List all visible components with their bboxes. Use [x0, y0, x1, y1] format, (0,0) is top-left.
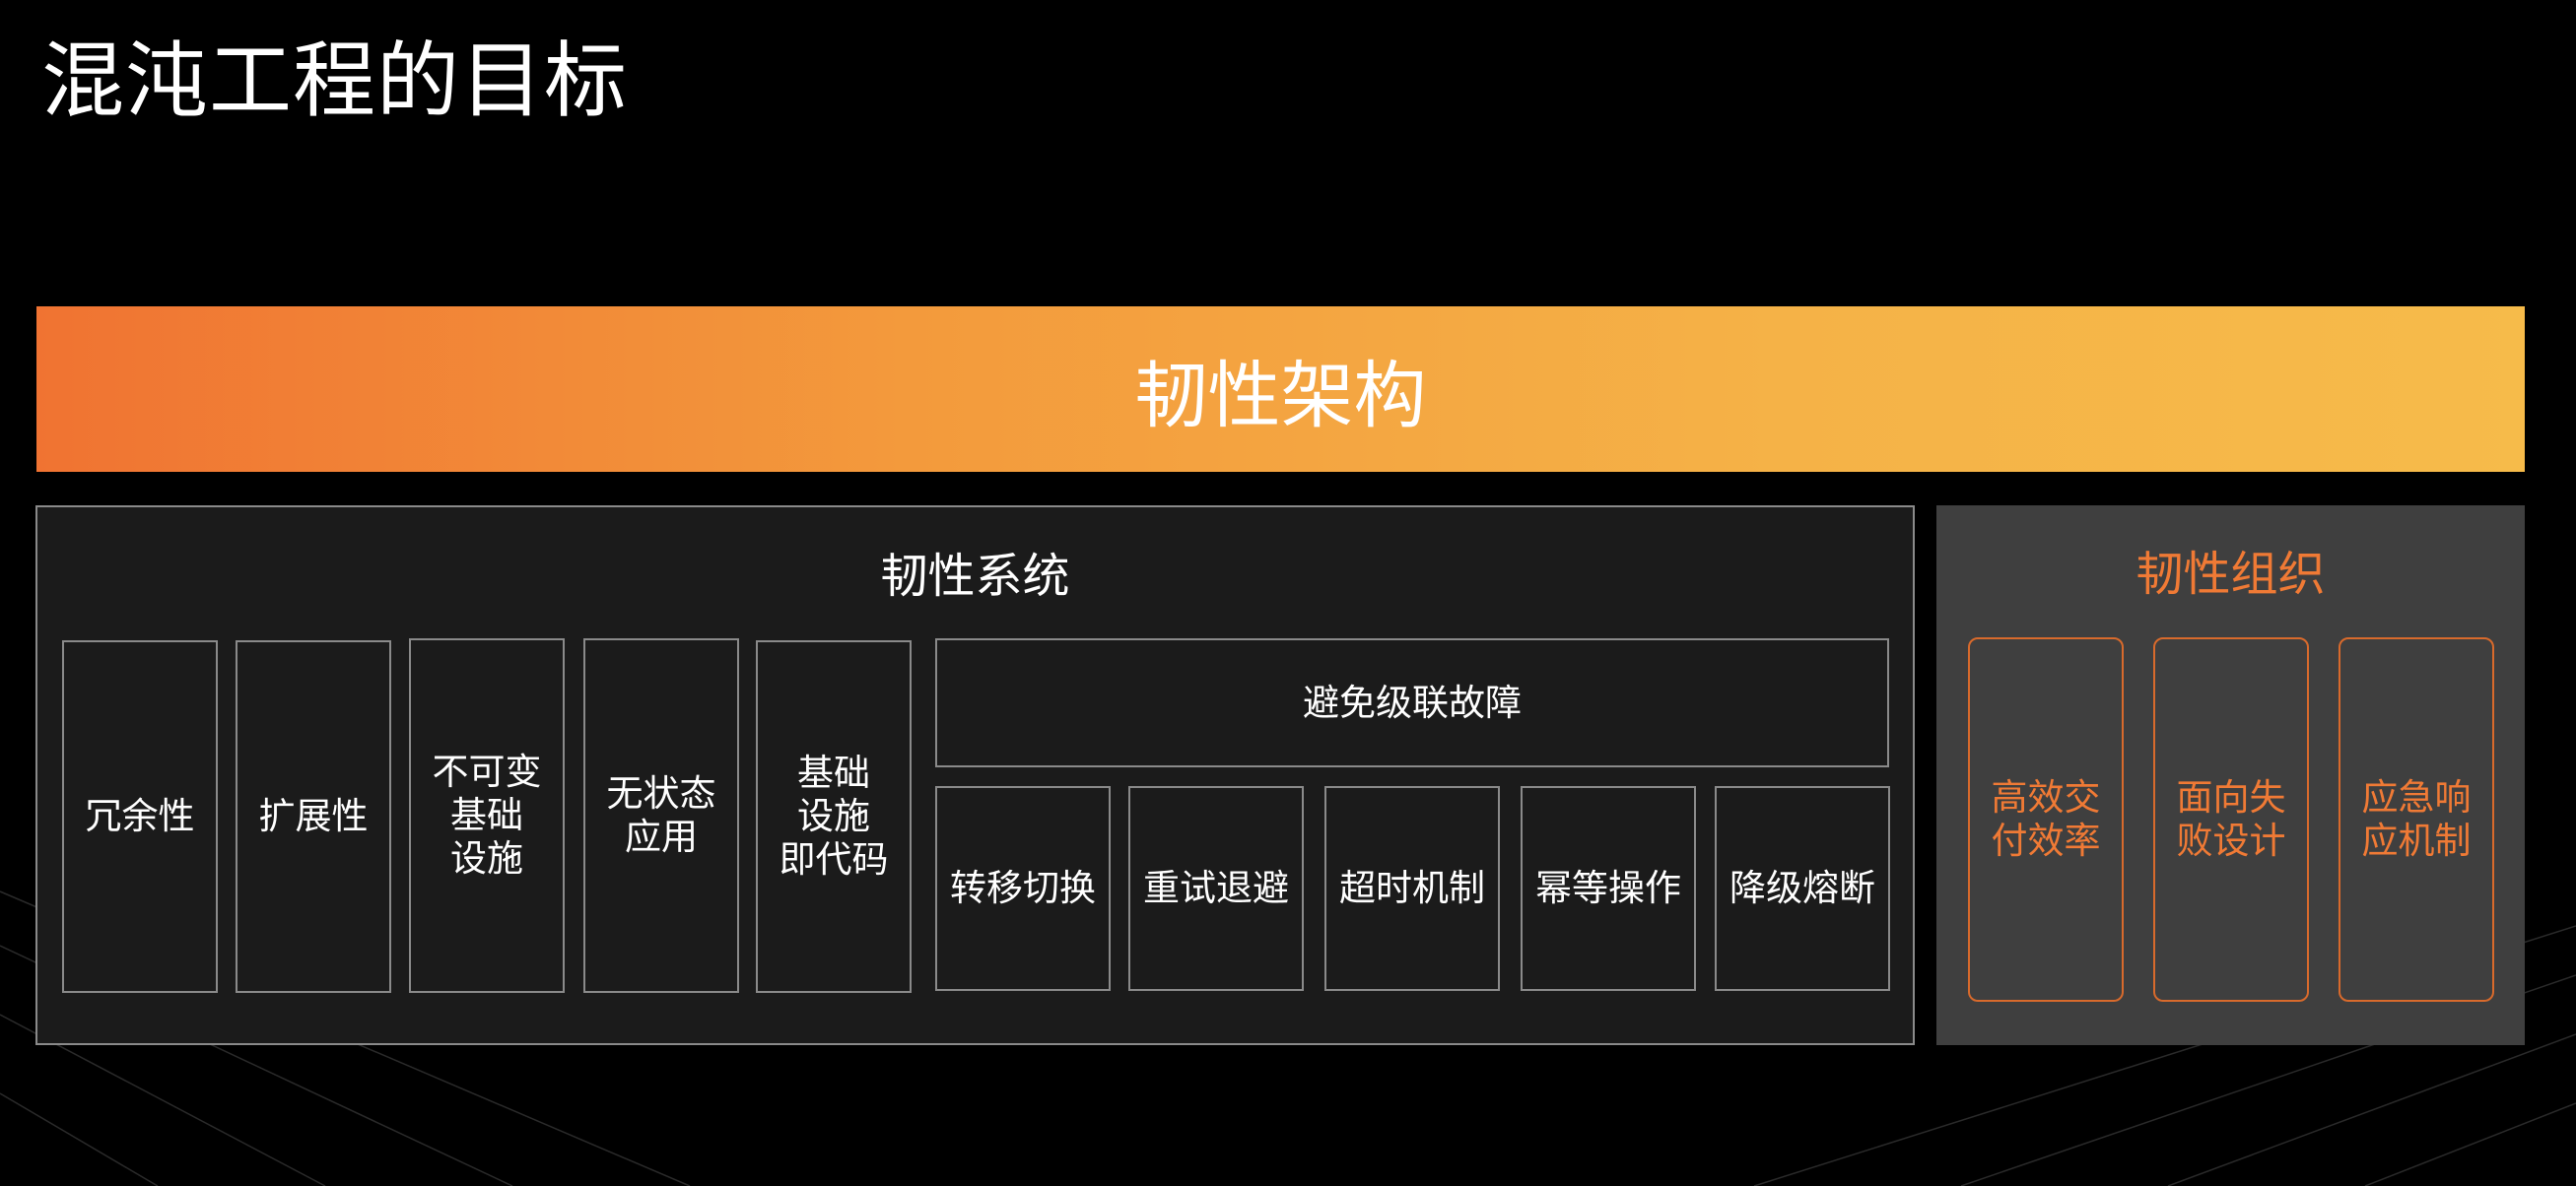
system-item-stateless-app: 无状态 应用: [583, 638, 739, 993]
org-item-design-for-failure: 面向失 败设计: [2153, 637, 2309, 1002]
cascade-item-label: 转移切换: [950, 867, 1096, 909]
org-item-emergency-response: 应急响 应机制: [2339, 637, 2494, 1002]
cascade-item-retry-backoff: 重试退避: [1128, 786, 1304, 991]
system-item-label: 扩展性: [258, 795, 369, 837]
system-item-label: 无状态 应用: [606, 772, 716, 858]
system-panel-title: 韧性系统: [880, 549, 1070, 604]
cascade-item-label: 重试退避: [1143, 867, 1289, 909]
cascade-item-idempotent: 幂等操作: [1521, 786, 1696, 991]
banner-label: 韧性架构: [1134, 353, 1427, 438]
cascade-item-label: 降级熔断: [1729, 867, 1875, 909]
cascade-item-label: 幂等操作: [1535, 867, 1681, 909]
system-item-label: 冗余性: [85, 795, 195, 837]
system-item-immutable-infrastructure: 不可变 基础 设施: [409, 638, 565, 993]
organization-panel-title: 韧性组织: [2135, 547, 2326, 602]
system-item-infrastructure-as-code: 基础 设施 即代码: [756, 640, 912, 993]
cascade-item-failover: 转移切换: [935, 786, 1111, 991]
org-item-label: 面向失 败设计: [2176, 776, 2286, 862]
resilient-system-panel: 韧性系统 冗余性 扩展性 不可变 基础 设施 无状态 应用 基础 设施 即代码 …: [35, 505, 1915, 1045]
org-item-delivery-efficiency: 高效交 付效率: [1968, 637, 2124, 1002]
cascade-failure-label: 避免级联故障: [1303, 681, 1522, 724]
page-title: 混沌工程的目标: [41, 33, 629, 129]
resilient-architecture-banner: 韧性架构: [36, 306, 2525, 472]
system-item-redundancy: 冗余性: [62, 640, 218, 993]
org-item-label: 应急响 应机制: [2361, 776, 2472, 862]
system-item-label: 基础 设施 即代码: [779, 752, 889, 881]
cascade-item-label: 超时机制: [1339, 867, 1485, 909]
system-item-scalability: 扩展性: [236, 640, 391, 993]
resilient-organization-panel: 韧性组织 高效交 付效率 面向失 败设计 应急响 应机制: [1936, 505, 2525, 1045]
cascade-failure-box: 避免级联故障: [935, 638, 1889, 767]
cascade-item-timeout: 超时机制: [1324, 786, 1500, 991]
org-item-label: 高效交 付效率: [1991, 776, 2101, 862]
system-item-label: 不可变 基础 设施: [432, 751, 542, 880]
cascade-item-degrade-circuit-break: 降级熔断: [1715, 786, 1890, 991]
